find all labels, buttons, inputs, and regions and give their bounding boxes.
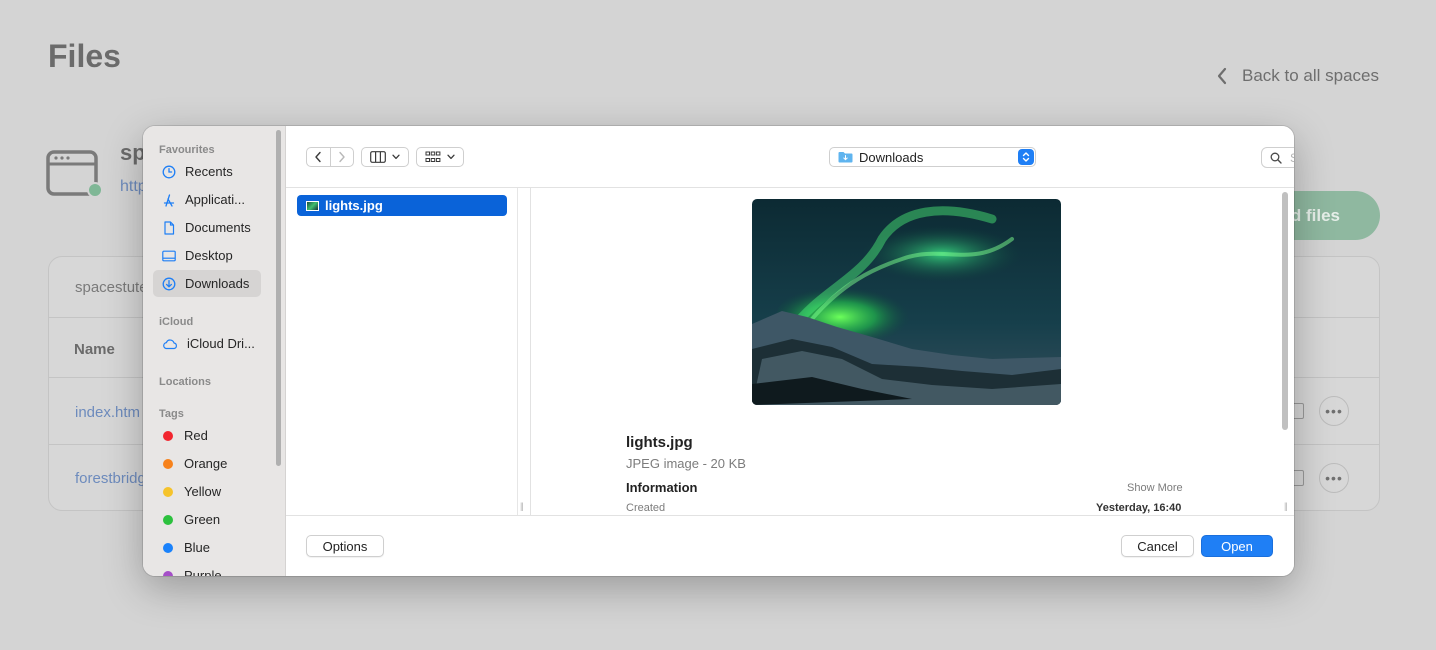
preview-file-name: lights.jpg	[626, 434, 693, 451]
sidebar-item-label: Applicati...	[185, 192, 245, 207]
open-file-dialog: Favourites Recents Applicati... Document…	[143, 126, 1294, 576]
location-popup[interactable]: Downloads	[829, 147, 1036, 167]
sidebar-item-label: Purple	[184, 568, 222, 576]
tag-color-dot	[163, 542, 173, 553]
sidebar-item-label: Desktop	[185, 248, 233, 263]
sidebar-item-label: Recents	[185, 164, 233, 179]
sidebar-section-favourites: Favourites	[159, 144, 215, 156]
chevron-right-icon	[339, 151, 345, 163]
cloud-icon	[163, 338, 177, 349]
column-resize-handle[interactable]: ||	[1284, 501, 1288, 511]
cancel-button[interactable]: Cancel	[1121, 535, 1194, 557]
sidebar-item-label: Orange	[184, 456, 228, 471]
preview-file-kind: JPEG image - 20 KB	[626, 456, 746, 471]
preview-pane: lights.jpg JPEG image - 20 KB Informatio…	[532, 188, 1294, 515]
back-link-label: Back to all spaces	[1242, 66, 1380, 85]
information-heading: Information	[626, 480, 698, 495]
table-domain: spacestute	[75, 279, 148, 296]
chevron-down-icon	[447, 154, 455, 160]
preview-scrollbar[interactable]	[1282, 192, 1288, 430]
file-row-selected[interactable]: lights.jpg	[297, 195, 507, 216]
back-button[interactable]	[307, 148, 330, 166]
sidebar-item-label: Red	[184, 428, 208, 443]
sidebar-tag-orange[interactable]: Orange	[153, 450, 261, 477]
document-icon	[164, 220, 175, 235]
sidebar-tag-green[interactable]: Green	[153, 506, 261, 533]
show-more-link[interactable]: Show More	[1127, 482, 1183, 494]
sidebar-section-icloud: iCloud	[159, 316, 194, 328]
sidebar-item-applications[interactable]: Applicati...	[153, 186, 261, 213]
forward-button[interactable]	[329, 148, 353, 166]
dialog-footer: Options Cancel Open	[286, 515, 1294, 576]
search-icon	[1270, 152, 1282, 164]
sidebar-item-recents[interactable]: Recents	[153, 158, 261, 185]
chevron-left-icon	[1217, 67, 1227, 85]
sidebar-item-label: iCloud Dri...	[187, 336, 255, 351]
sidebar-item-desktop[interactable]: Desktop	[153, 242, 261, 269]
group-view-button[interactable]	[416, 147, 464, 167]
sidebar-item-label: Yellow	[184, 484, 222, 499]
more-options-icon[interactable]: •••	[1319, 463, 1349, 493]
location-label: Downloads	[859, 149, 924, 165]
table-row-file[interactable]: index.htm	[75, 404, 140, 421]
sidebar-section-tags: Tags	[159, 408, 184, 420]
page-title: Files	[48, 38, 121, 74]
sidebar-scrollbar[interactable]	[276, 130, 281, 466]
sidebar-item-label: Blue	[184, 540, 211, 555]
sidebar-section-locations: Locations	[159, 376, 211, 388]
sidebar-item-label: Downloads	[185, 276, 250, 291]
space-name: sp	[120, 140, 146, 165]
sidebar-tag-blue[interactable]: Blue	[153, 534, 261, 561]
grid-icon	[425, 151, 441, 162]
image-file-icon	[306, 200, 319, 211]
sidebar-item-downloads[interactable]: Downloads	[153, 270, 261, 297]
open-button[interactable]: Open	[1201, 535, 1273, 557]
chevron-left-icon	[315, 151, 322, 163]
tag-color-dot	[163, 458, 173, 469]
back-link[interactable]: Back to all spaces	[1216, 66, 1379, 86]
table-row-file[interactable]: forestbridg	[75, 470, 146, 487]
dialog-sidebar: Favourites Recents Applicati... Document…	[143, 126, 286, 576]
column-view-button[interactable]	[361, 147, 409, 167]
created-label: Created	[626, 502, 666, 514]
more-options-icon[interactable]: •••	[1319, 396, 1349, 426]
search-field[interactable]	[1261, 147, 1294, 168]
sidebar-tag-red[interactable]: Red	[153, 422, 261, 449]
created-value: Yesterday, 16:40	[1096, 502, 1182, 514]
file-name: lights.jpg	[325, 198, 383, 213]
file-column: lights.jpg ||	[286, 188, 531, 515]
popup-stepper-icon	[1018, 149, 1034, 165]
desktop-icon	[162, 250, 176, 261]
chevron-down-icon	[392, 154, 400, 160]
search-input[interactable]	[1290, 150, 1294, 165]
column-resize-handle[interactable]: ||	[520, 501, 524, 511]
applications-icon	[163, 193, 175, 207]
space-icon	[46, 148, 103, 200]
sidebar-item-label: Green	[184, 512, 221, 527]
sidebar-tag-purple[interactable]: Purple	[153, 562, 261, 576]
preview-image	[752, 199, 1061, 405]
tag-color-dot	[163, 430, 173, 441]
column-header-name[interactable]: Name	[74, 341, 115, 358]
downloads-icon	[162, 277, 176, 290]
sidebar-item-icloud-drive[interactable]: iCloud Dri...	[153, 330, 261, 357]
navigation-buttons	[306, 147, 354, 167]
options-button[interactable]: Options	[306, 535, 384, 557]
folder-icon	[838, 152, 853, 163]
tag-color-dot	[163, 570, 173, 576]
sidebar-tag-yellow[interactable]: Yellow	[153, 478, 261, 505]
tag-color-dot	[163, 514, 173, 525]
dialog-toolbar: Downloads	[286, 126, 1294, 188]
clock-icon	[162, 165, 176, 178]
sidebar-item-label: Documents	[185, 220, 251, 235]
tag-color-dot	[163, 486, 173, 497]
columns-icon	[370, 151, 386, 163]
sidebar-item-documents[interactable]: Documents	[153, 214, 261, 241]
